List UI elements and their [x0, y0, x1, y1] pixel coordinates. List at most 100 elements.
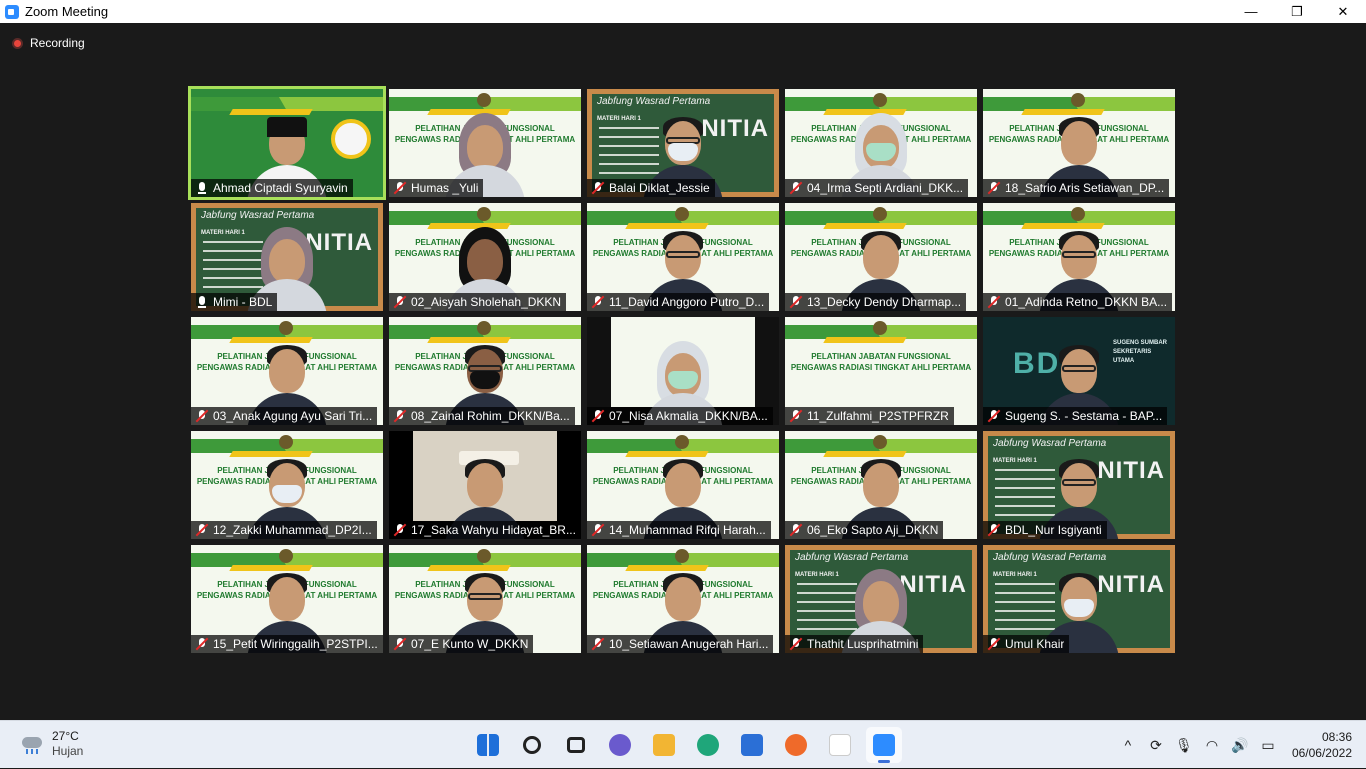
video-tile[interactable]: Jabfung Wasrad Pertama MATERI HARI 1 PANIT… [191, 203, 383, 311]
video-tile[interactable]: Jabfung Wasrad Pertama MATERI HARI 1 PANIT… [983, 545, 1175, 653]
face [665, 577, 701, 621]
video-tile[interactable]: PELATIHAN JABATAN FUNGSIONAL PENGAWAS RA… [389, 317, 581, 425]
face [467, 463, 503, 507]
video-tile[interactable]: BDL SUGENG SUMBAR SEKRETARIS UTAMA Sugeng … [983, 317, 1175, 425]
board-subtitle: MATERI HARI 1 [597, 116, 641, 122]
recording-indicator[interactable]: Recording [12, 36, 85, 50]
windows-taskbar: 27°C Hujan ^ ⟳ 🎙 ◠ 🔊 ▭ 08:36 06/06/2022 [0, 720, 1366, 768]
video-tile[interactable]: Ahmad Ciptadi Syuryavin [188, 86, 386, 200]
search-button[interactable] [514, 727, 550, 763]
face [863, 235, 899, 279]
wifi-icon[interactable]: ◠ [1201, 734, 1223, 756]
face-mask [272, 485, 302, 503]
maximize-button[interactable]: ❐ [1274, 0, 1320, 23]
participant-name-bar: 11_David Anggoro Putro_D... [587, 293, 770, 311]
face [467, 125, 503, 169]
video-tile[interactable]: PELATIHAN JABATAN FUNGSIONAL PENGAWAS RA… [983, 203, 1175, 311]
face [665, 463, 701, 507]
mic-muted-icon [789, 523, 803, 537]
video-tile[interactable]: Jabfung Wasrad Pertama MATERI HARI 1 PANIT… [785, 545, 977, 653]
mic-muted-icon [789, 295, 803, 309]
close-button[interactable]: ✕ [1320, 0, 1366, 23]
edge-button[interactable] [690, 727, 726, 763]
face-mask [1064, 599, 1094, 617]
weather-widget[interactable]: 27°C Hujan [20, 729, 83, 759]
speaker-icon [195, 181, 209, 195]
video-tile[interactable]: 07_Nisa Akmalia_DKKN/BA... [587, 317, 779, 425]
teams-chat-button[interactable] [602, 727, 638, 763]
minimize-button[interactable]: — [1228, 0, 1274, 23]
board-subtitle: MATERI HARI 1 [993, 572, 1037, 578]
video-tile[interactable]: PELATIHAN JABATAN FUNGSIONAL PENGAWAS RA… [983, 89, 1175, 197]
mic-muted-icon [393, 523, 407, 537]
video-tile[interactable]: PELATIHAN JABATAN FUNGSIONAL PENGAWAS RA… [191, 317, 383, 425]
participant-name: 01_Adinda Retno_DKKN BA... [1005, 295, 1168, 309]
bapeten-seal-icon [675, 207, 689, 221]
video-tile[interactable]: PELATIHAN JABATAN FUNGSIONAL PENGAWAS RA… [389, 89, 581, 197]
participant-name: Thathit Lusprihatmini [807, 637, 919, 651]
store-button[interactable] [734, 727, 770, 763]
participant-name: 06_Eko Sapto Aji_DKKN [807, 523, 939, 537]
video-tile[interactable]: PELATIHAN JABATAN FUNGSIONAL PENGAWAS RA… [785, 317, 977, 425]
video-tile[interactable]: PELATIHAN JABATAN FUNGSIONAL PENGAWAS RA… [785, 89, 977, 197]
participant-name-bar: 10_Setiawan Anugerah Hari... [587, 635, 774, 653]
task-view-icon [567, 737, 585, 753]
participant-name-bar: Mimi - BDL [191, 293, 278, 311]
battery-icon[interactable]: ▭ [1257, 734, 1279, 756]
video-tile[interactable]: PELATIHAN JABATAN FUNGSIONAL PENGAWAS RA… [389, 203, 581, 311]
participant-name-bar: 07_E Kunto W_DKKN [389, 635, 534, 653]
participant-name-bar: 14_Muhammad Rifqi Harah... [587, 521, 771, 539]
mic-muted-icon [591, 409, 605, 423]
edge-icon [697, 734, 719, 756]
mic-muted-icon [591, 637, 605, 651]
video-tile[interactable]: PELATIHAN JABATAN FUNGSIONAL PENGAWAS RA… [587, 203, 779, 311]
face [467, 239, 503, 283]
amazon-button[interactable] [822, 727, 858, 763]
bapeten-seal-icon [279, 435, 293, 449]
video-tile[interactable]: PELATIHAN JABATAN FUNGSIONAL PENGAWAS RA… [389, 545, 581, 653]
participant-name-bar: 07_Nisa Akmalia_DKKN/BA... [587, 407, 773, 425]
microphone-icon[interactable]: 🎙 [1173, 734, 1195, 756]
bapeten-seal-icon [873, 435, 887, 449]
participant-name: 07_E Kunto W_DKKN [411, 637, 529, 651]
network-status-icon[interactable]: ⟳ [1145, 734, 1167, 756]
participant-name: Ahmad Ciptadi Syuryavin [213, 181, 348, 195]
recording-label: Recording [30, 36, 85, 50]
peci-cap [267, 117, 307, 137]
zoom-button[interactable] [866, 727, 902, 763]
bapeten-seal-icon [675, 549, 689, 563]
video-tile[interactable]: PELATIHAN JABATAN FUNGSIONAL PENGAWAS RA… [191, 431, 383, 539]
glasses [468, 593, 502, 600]
mic-muted-icon [591, 523, 605, 537]
weather-temperature: 27°C [52, 729, 79, 743]
participant-name: 13_Decky Dendy Dharmap... [807, 295, 962, 309]
file-explorer-button[interactable] [646, 727, 682, 763]
participant-name-bar: Ahmad Ciptadi Syuryavin [191, 179, 353, 197]
firefox-icon [785, 734, 807, 756]
board-title: Jabfung Wasrad Pertama [993, 552, 1107, 563]
video-tile[interactable]: PELATIHAN JABATAN FUNGSIONAL PENGAWAS RA… [785, 203, 977, 311]
participant-name: Balai Diklat_Jessie [609, 181, 710, 195]
video-tile[interactable]: Jabfung Wasrad Pertama MATERI HARI 1 PANIT… [587, 89, 779, 197]
video-tile[interactable]: PELATIHAN JABATAN FUNGSIONAL PENGAWAS RA… [191, 545, 383, 653]
bapeten-seal-icon [1071, 207, 1085, 221]
task-view-button[interactable] [558, 727, 594, 763]
volume-icon[interactable]: 🔊 [1229, 734, 1251, 756]
face [269, 349, 305, 393]
banner-text: PELATIHAN JABATAN FUNGSIONAL PENGAWAS RA… [790, 352, 972, 372]
rain-cloud-icon [20, 733, 44, 755]
video-tile[interactable]: PELATIHAN JABATAN FUNGSIONAL PENGAWAS RA… [587, 431, 779, 539]
face [863, 581, 899, 625]
face [269, 239, 305, 283]
video-tile[interactable]: PELATIHAN JABATAN FUNGSIONAL PENGAWAS RA… [785, 431, 977, 539]
video-tile[interactable]: PELATIHAN JABATAN FUNGSIONAL PENGAWAS RA… [587, 545, 779, 653]
firefox-button[interactable] [778, 727, 814, 763]
video-tile[interactable]: 17_Saka Wahyu Hidayat_BR... [389, 431, 581, 539]
chevron-up-icon[interactable]: ^ [1117, 734, 1139, 756]
video-tile[interactable]: Jabfung Wasrad Pertama MATERI HARI 1 PANIT… [983, 431, 1175, 539]
background-caption: SUGENG SUMBAR SEKRETARIS UTAMA [1113, 340, 1168, 364]
clock[interactable]: 08:36 06/06/2022 [1292, 729, 1352, 761]
participant-name-bar: Thathit Lusprihatmini [785, 635, 924, 653]
windows-start-button[interactable] [470, 727, 506, 763]
participant-name: 12_Zakki Muhammad_DP2I... [213, 523, 372, 537]
